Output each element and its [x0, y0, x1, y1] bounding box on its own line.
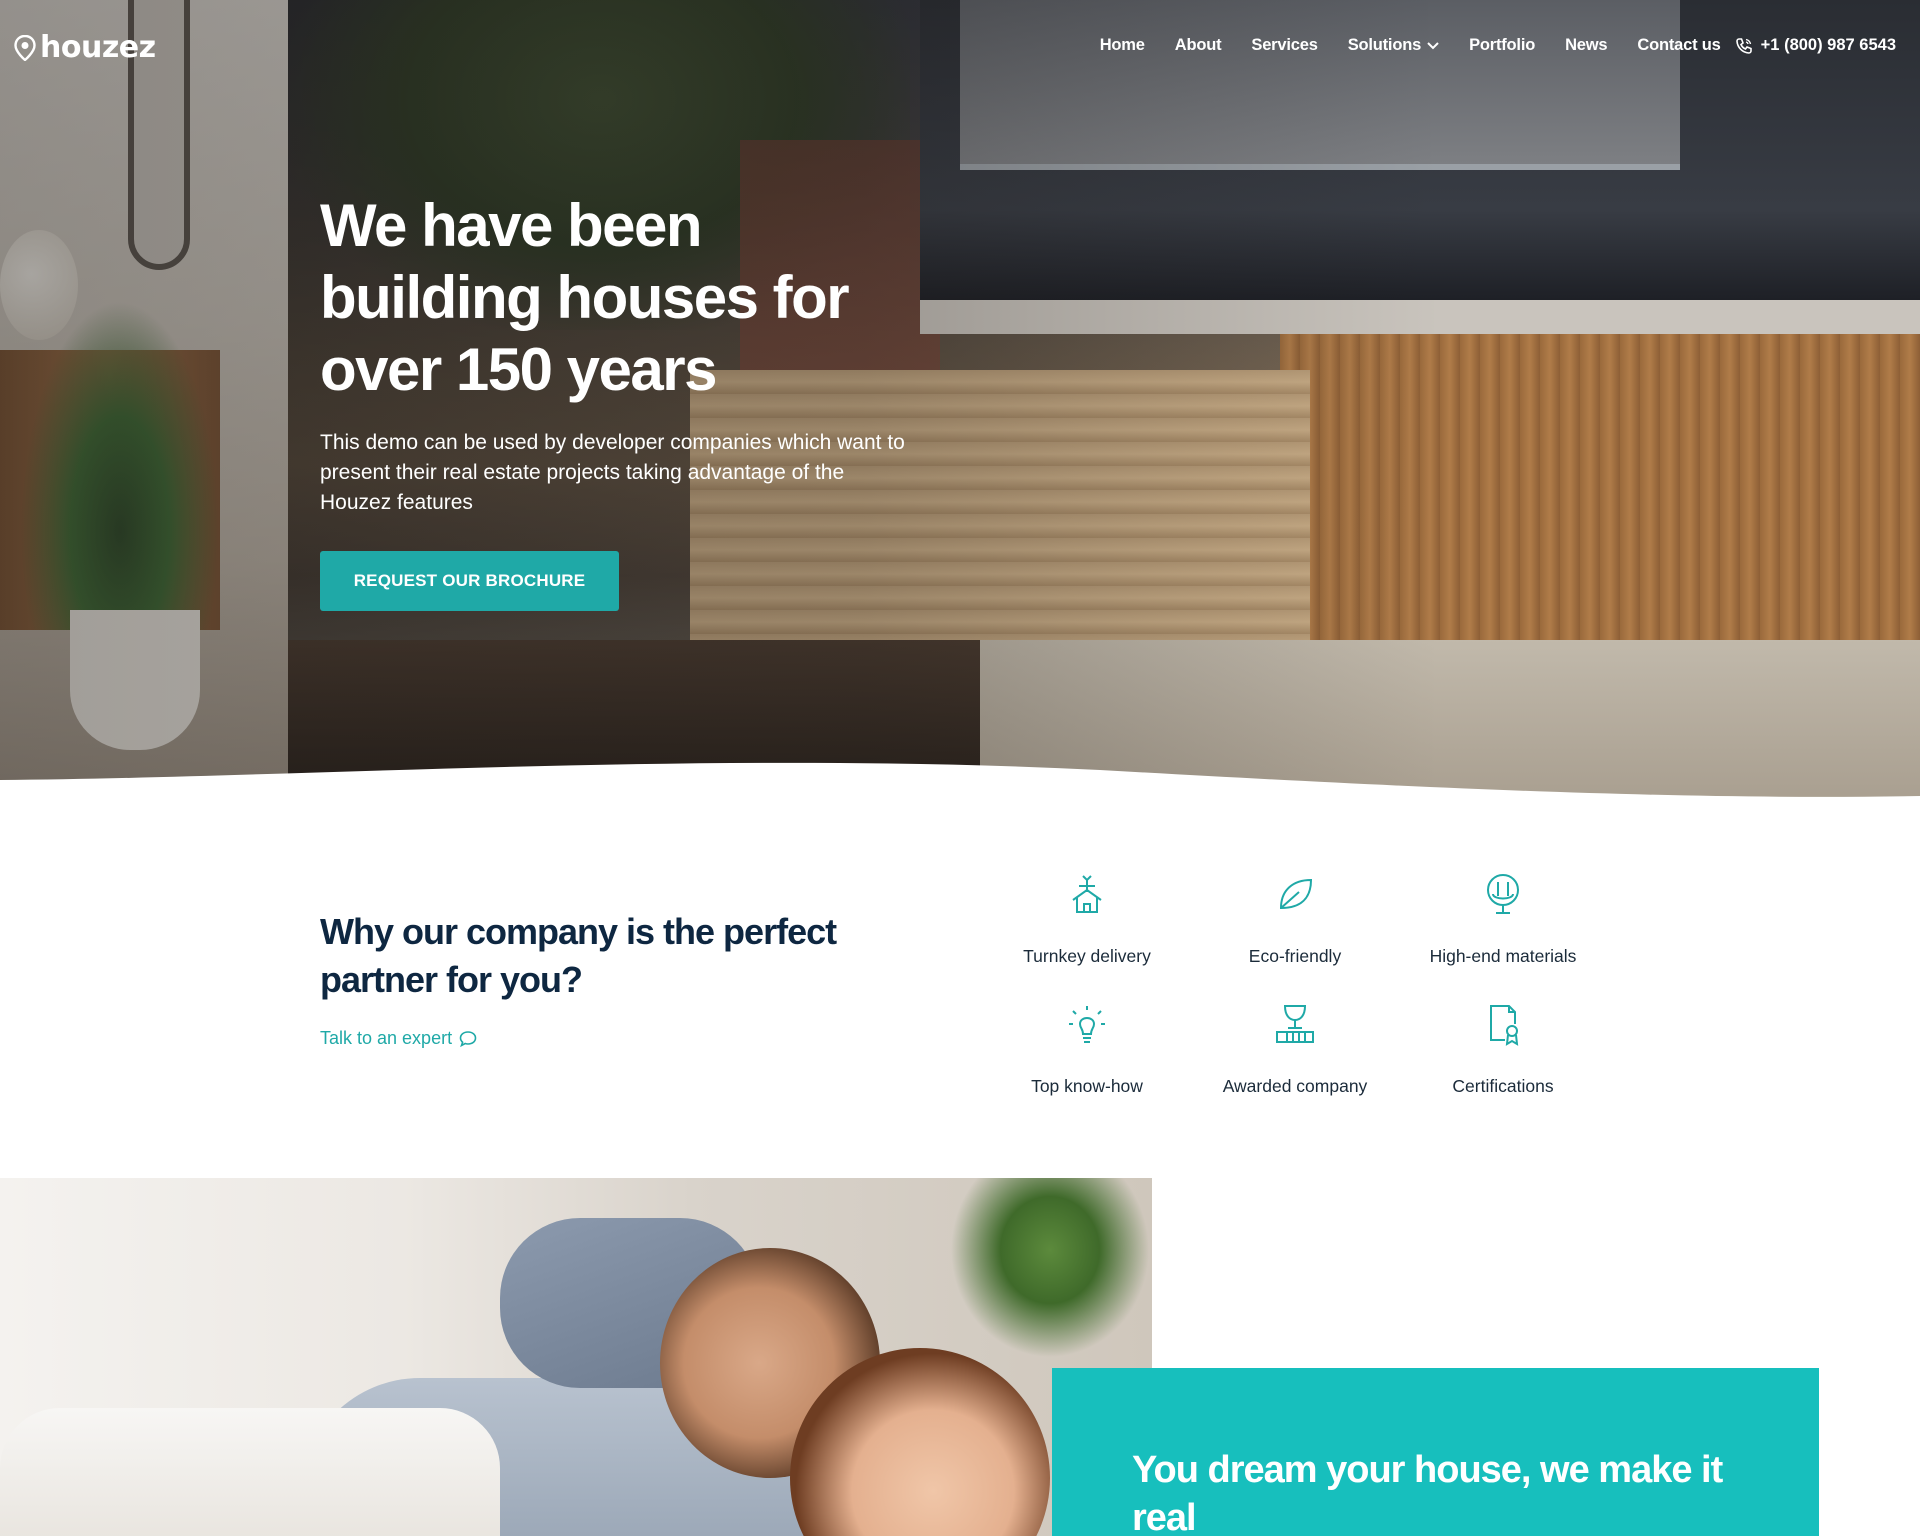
feature-awarded-company: Awarded company [1191, 1002, 1399, 1122]
photo-plant [950, 1178, 1150, 1358]
nav-news[interactable]: News [1565, 36, 1608, 55]
couple-photo [0, 1178, 1152, 1536]
nav-home[interactable]: Home [1100, 36, 1145, 55]
feature-label: Awarded company [1222, 1076, 1368, 1096]
certificate-icon [1490, 1005, 1519, 1046]
hero-title: We have been building houses for over 15… [320, 192, 850, 403]
talk-to-expert-link[interactable]: Talk to an expert [320, 1028, 478, 1049]
chair-icon [1487, 874, 1519, 914]
nav-contact[interactable]: Contact us [1637, 36, 1720, 55]
photo-pillow [0, 1408, 500, 1536]
features-grid: Turnkey delivery Eco-friendly High-end m… [983, 872, 1607, 1132]
nav-phone[interactable]: +1 (800) 987 6543 [1735, 36, 1896, 55]
feature-high-end-materials: High-end materials [1399, 872, 1607, 992]
hero-overlay [0, 0, 1920, 800]
feature-eco-friendly: Eco-friendly [1191, 872, 1399, 992]
phone-icon [1735, 37, 1752, 54]
feature-label: Eco-friendly [1248, 946, 1342, 966]
crane-house-icon [1072, 875, 1102, 913]
nav-about[interactable]: About [1175, 36, 1222, 55]
dream-title: You dream your house, we make it real [1132, 1449, 1723, 1536]
phone-number: +1 (800) 987 6543 [1760, 36, 1896, 54]
nav-solutions-label: Solutions [1347, 36, 1422, 54]
dream-callout: You dream your house, we make it real [1052, 1368, 1819, 1536]
leaf-icon [1279, 878, 1313, 910]
nav-solutions[interactable]: Solutions [1348, 36, 1439, 55]
request-brochure-button[interactable]: REQUEST OUR BROCHURE [320, 551, 619, 611]
nav-portfolio[interactable]: Portfolio [1469, 36, 1535, 55]
feature-certifications: Certifications [1399, 1002, 1607, 1122]
chat-bubble-icon [459, 1030, 477, 1047]
logo-text: houzez [40, 30, 156, 65]
location-pin-icon [14, 34, 36, 61]
nav-services[interactable]: Services [1251, 36, 1317, 55]
site-logo[interactable]: houzez [14, 30, 156, 65]
feature-label: Top know-how [1031, 1076, 1143, 1096]
feature-label: Certifications [1452, 1076, 1554, 1096]
why-section-title: Why our company is the perfect partner f… [320, 911, 837, 1000]
main-menu: Home About Services Solutions Portfolio … [1100, 36, 1896, 55]
talk-to-expert-label: Talk to an expert [320, 1028, 453, 1048]
feature-label: Turnkey delivery [1023, 946, 1151, 966]
top-navigation: houzez Home About Services Solutions Por… [0, 0, 1920, 96]
feature-label: High-end materials [1429, 946, 1577, 966]
feature-top-know-how: Top know-how [983, 1002, 1191, 1122]
hero-subtitle: This demo can be used by developer compa… [320, 431, 905, 514]
trophy-icon [1276, 1005, 1314, 1043]
feature-turnkey-delivery: Turnkey delivery [983, 872, 1191, 992]
chevron-down-icon [1427, 41, 1439, 49]
lightbulb-icon [1069, 1006, 1105, 1043]
hero-wave-divider [0, 762, 1920, 820]
